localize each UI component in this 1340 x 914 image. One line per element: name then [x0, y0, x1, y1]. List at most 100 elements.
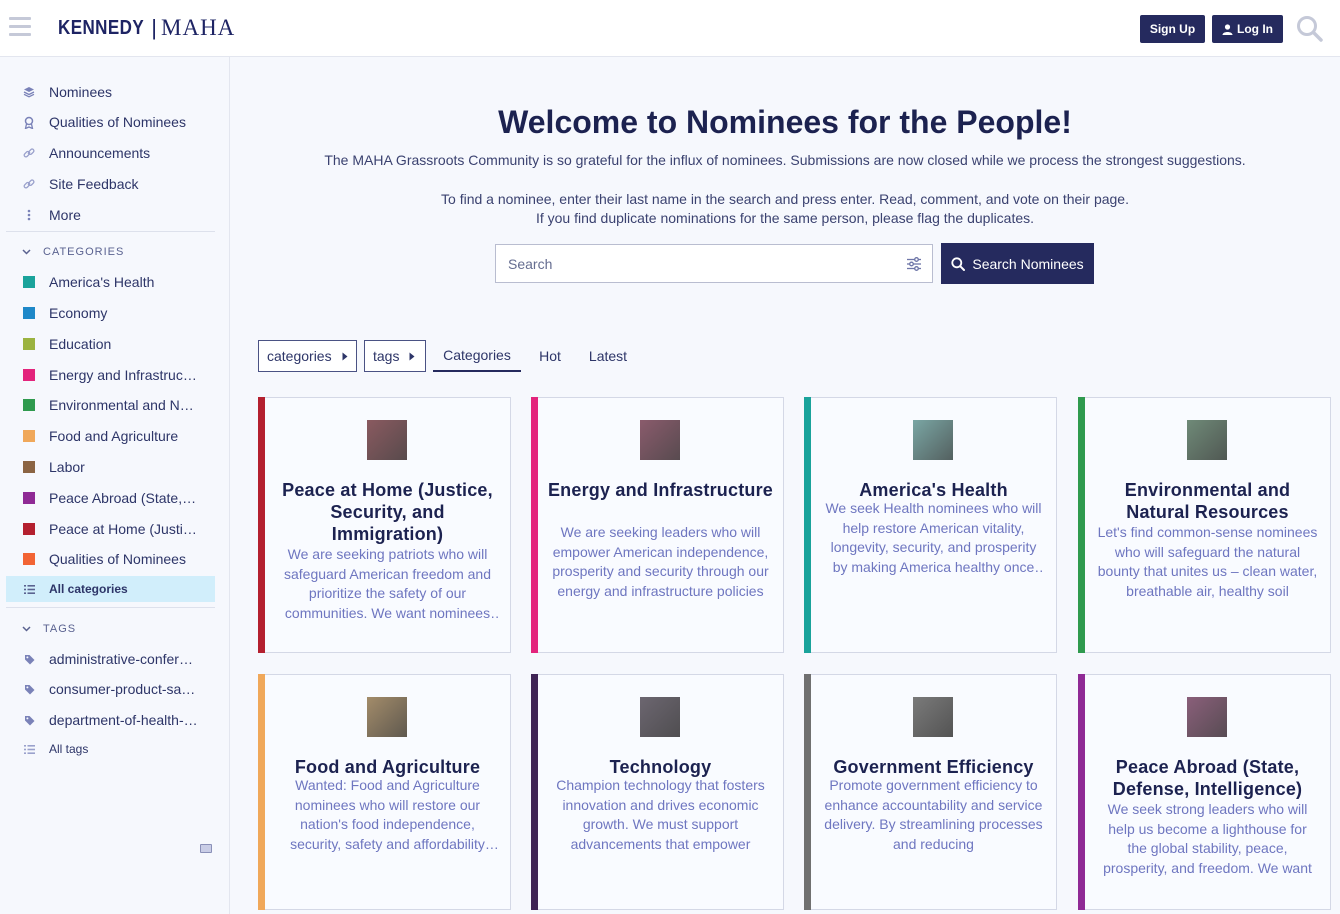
sidebar-item-label: Education — [49, 336, 112, 352]
sidebar-item-more[interactable]: More — [6, 202, 215, 228]
sidebar-item-label: All tags — [49, 742, 89, 756]
swatch-square — [23, 430, 35, 442]
search-button-label: Search Nominees — [972, 255, 1084, 272]
caret-right-icon — [409, 352, 415, 360]
category-color-bar — [258, 674, 265, 910]
chevron-down-icon — [22, 626, 31, 632]
tags-dropdown-label: tags — [373, 348, 400, 364]
sidebar-item-qualities[interactable]: Qualities of Nominees — [6, 109, 215, 135]
tags-heading: TAGS — [43, 623, 77, 635]
sidebar-item-site-feedback[interactable]: Site Feedback — [6, 171, 215, 197]
sidebar-item-label: Food and Agriculture — [49, 428, 179, 444]
category-color-bar — [531, 674, 538, 910]
tab-categories[interactable]: Categories — [433, 340, 521, 372]
category-image — [367, 420, 407, 460]
sidebar-category-item[interactable]: Food and Agriculture — [6, 423, 215, 449]
sliders-icon[interactable] — [906, 256, 922, 272]
logo-separator: | — [151, 15, 158, 40]
category-card[interactable]: Technology Champion technology that foste… — [531, 674, 784, 910]
swatch-square — [23, 523, 35, 535]
sidebar-all-tags[interactable]: All tags — [6, 736, 215, 762]
sidebar-category-item[interactable]: America's Health — [6, 269, 215, 295]
category-title: Energy and Infrastructure — [547, 480, 774, 500]
category-card[interactable]: Environmental and Natural Resources Let's… — [1078, 397, 1331, 653]
hamburger-menu-icon[interactable] — [9, 17, 31, 37]
category-title: Environmental and Natural Resources — [1124, 480, 1291, 522]
tab-latest[interactable]: Latest — [580, 340, 636, 372]
category-title: Peace at Home (Justice, Security, and Im… — [282, 480, 493, 544]
logo-kennedy: KENNEDY — [58, 16, 145, 39]
sidebar-all-categories[interactable]: All categories — [6, 576, 215, 602]
tab-hot[interactable]: Hot — [531, 340, 569, 372]
chevron-down-icon — [22, 249, 31, 255]
category-color-bar — [1078, 397, 1085, 653]
list-icon — [22, 582, 36, 596]
sidebar-tag-item[interactable]: administrative-conference — [6, 646, 215, 672]
sidebar-category-item[interactable]: Labor — [6, 454, 215, 480]
category-description: We seek Health nominees who will help re… — [825, 500, 1042, 575]
sign-up-button[interactable]: Sign Up — [1140, 15, 1205, 43]
sidebar-category-item[interactable]: Education — [6, 331, 215, 357]
search-field[interactable] — [495, 244, 933, 283]
category-card[interactable]: Energy and Infrastructure We are seeking … — [531, 397, 784, 653]
category-card[interactable]: Peace Abroad (State, Defense, Intelligen… — [1078, 674, 1331, 910]
link-icon — [22, 177, 36, 191]
layers-icon — [22, 85, 36, 99]
category-image — [640, 697, 680, 737]
sidebar-tag-item[interactable]: consumer-product-safety — [6, 676, 215, 702]
category-title: Technology — [609, 757, 712, 777]
categories-dropdown[interactable]: categories — [258, 340, 357, 372]
site-logo[interactable]: KENNEDY | MAHA — [52, 9, 234, 47]
search-input[interactable] — [496, 255, 886, 272]
categories-section-toggle[interactable]: CATEGORIES — [22, 246, 124, 258]
sidebar-item-label: Economy — [49, 305, 108, 321]
sidebar-category-item[interactable]: Economy — [6, 300, 215, 326]
sidebar-item-announcements[interactable]: Announcements — [6, 140, 215, 166]
sidebar-item-label: Qualities of Nominees — [49, 114, 186, 130]
category-card[interactable]: America's Health We seek Health nominees … — [804, 397, 1057, 653]
list-icon — [22, 742, 36, 756]
sidebar-item-label: Announcements — [49, 145, 151, 161]
swatch-square — [23, 307, 35, 319]
category-image — [1187, 420, 1227, 460]
tags-section-toggle[interactable]: TAGS — [22, 623, 76, 635]
page-title: Welcome to Nominees for the People! — [498, 104, 1072, 140]
category-image — [913, 420, 953, 460]
sidebar-item-label: More — [49, 207, 81, 223]
category-description: We seek strong leaders who will help us … — [1103, 801, 1312, 876]
sidebar-category-item[interactable]: Peace Abroad (State, Defense, Intelligen… — [6, 485, 215, 511]
category-title: Peace Abroad (State, Defense, Intelligen… — [1112, 757, 1303, 799]
category-color-swatch — [22, 491, 36, 505]
intro-text: The MAHA Grassroots Community is so grat… — [324, 152, 1246, 168]
sidebar-tag-item[interactable]: department-of-health-and-human-services — [6, 707, 215, 733]
sidebar-category-item[interactable]: Energy and Infrastructure — [6, 362, 215, 388]
sidebar-item-nominees[interactable]: Nominees — [6, 79, 215, 105]
sidebar-divider — [6, 231, 215, 232]
keyboard-icon[interactable] — [200, 844, 212, 853]
sidebar-category-item[interactable]: Environmental and Natural Resources — [6, 392, 215, 418]
logo-maha: MAHA — [161, 15, 236, 40]
search-nominees-button[interactable]: Search Nominees — [941, 243, 1094, 284]
swatch-square — [23, 492, 35, 504]
sidebar-item-label: Labor — [49, 459, 85, 475]
category-title: Food and Agriculture — [294, 757, 481, 777]
link-icon — [22, 146, 36, 160]
category-color-bar — [804, 674, 811, 910]
user-icon — [1222, 23, 1233, 35]
search-icon[interactable] — [1296, 15, 1324, 43]
sidebar-item-label: Peace at Home (Justice, Security, and Im… — [49, 521, 199, 537]
sidebar-item-label: Qualities of Nominees — [49, 551, 186, 567]
category-color-swatch — [22, 337, 36, 351]
sidebar-category-item[interactable]: Peace at Home (Justice, Security, and Im… — [6, 516, 215, 542]
sidebar-item-label: Environmental and Natural Resources — [49, 397, 199, 413]
swatch-square — [23, 369, 35, 381]
swatch-square — [23, 338, 35, 350]
category-card[interactable]: Peace at Home (Justice, Security, and Im… — [258, 397, 511, 653]
sidebar-category-item[interactable]: Qualities of Nominees — [6, 546, 215, 572]
category-card[interactable]: Government Efficiency Promote government … — [804, 674, 1057, 910]
category-card[interactable]: Food and Agriculture Wanted: Food and Agr… — [258, 674, 511, 910]
sidebar-divider — [6, 607, 215, 608]
tags-dropdown[interactable]: tags — [364, 340, 426, 372]
log-in-button[interactable]: Log In — [1212, 15, 1283, 43]
sidebar-item-label: Energy and Infrastructure — [49, 367, 199, 383]
